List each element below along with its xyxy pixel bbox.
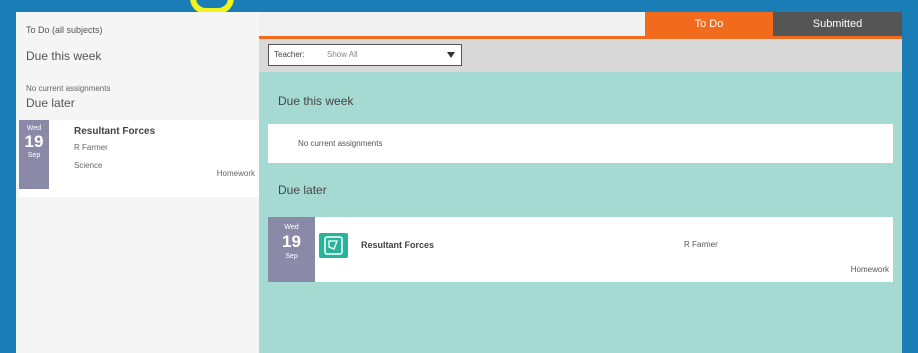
main-panel: To Do Submitted Teacher: Show All Due th…	[259, 12, 902, 353]
assignment-month: Sep	[285, 253, 298, 260]
assignment-title[interactable]: Resultant Forces	[361, 240, 434, 250]
assignment-date: 19	[282, 232, 301, 251]
due-this-week-heading: Due this week	[278, 94, 354, 108]
sidebar-assignment-subject: Science	[74, 161, 103, 170]
teacher-filter-value: Show All	[327, 50, 358, 59]
no-assignments-text: No current assignments	[298, 139, 383, 148]
assignment-card[interactable]: Wed 19 Sep Resultant Forces R Farmer Hom…	[268, 217, 893, 282]
due-this-week-empty-box: No current assignments	[268, 124, 893, 163]
sidebar-assignment-type: Homework	[216, 169, 255, 178]
sidebar-assignment-date-block: Wed 19 Sep	[19, 120, 49, 189]
tab-to-do[interactable]: To Do	[645, 12, 773, 36]
sidebar-assignment-title: Resultant Forces	[74, 126, 156, 137]
sidebar-assignment-card[interactable]: Wed 19 Sep Resultant Forces R Farmer Sci…	[19, 120, 259, 197]
sidebar-due-this-week-heading: Due this week	[26, 49, 102, 63]
sidebar-assignment-teacher: R Farmer	[74, 143, 108, 152]
teacher-filter-label: Teacher:	[274, 50, 305, 59]
due-later-heading: Due later	[278, 183, 327, 197]
sidebar-no-assignments-text: No current assignments	[26, 84, 111, 93]
filter-bar: Teacher: Show All	[259, 39, 902, 72]
assignment-icon	[319, 233, 348, 258]
left-sidebar: To Do (all subjects) Due this week No cu…	[16, 12, 259, 353]
tab-submitted[interactable]: Submitted	[773, 12, 902, 36]
dropdown-arrow-icon	[447, 52, 455, 58]
assignment-day: Wed	[284, 224, 299, 231]
assignment-type: Homework	[850, 265, 889, 274]
sidebar-due-later-heading: Due later	[26, 96, 75, 110]
sidebar-assignment-month: Sep	[27, 152, 41, 159]
assignment-date-block: Wed 19 Sep	[268, 217, 315, 282]
sidebar-assignment-date: 19	[24, 132, 44, 151]
sidebar-assignment-day: Wed	[26, 125, 42, 132]
assignment-teacher: R Farmer	[684, 240, 718, 249]
sidebar-title: To Do (all subjects)	[26, 25, 103, 35]
teacher-filter-select[interactable]: Teacher: Show All	[268, 44, 462, 66]
